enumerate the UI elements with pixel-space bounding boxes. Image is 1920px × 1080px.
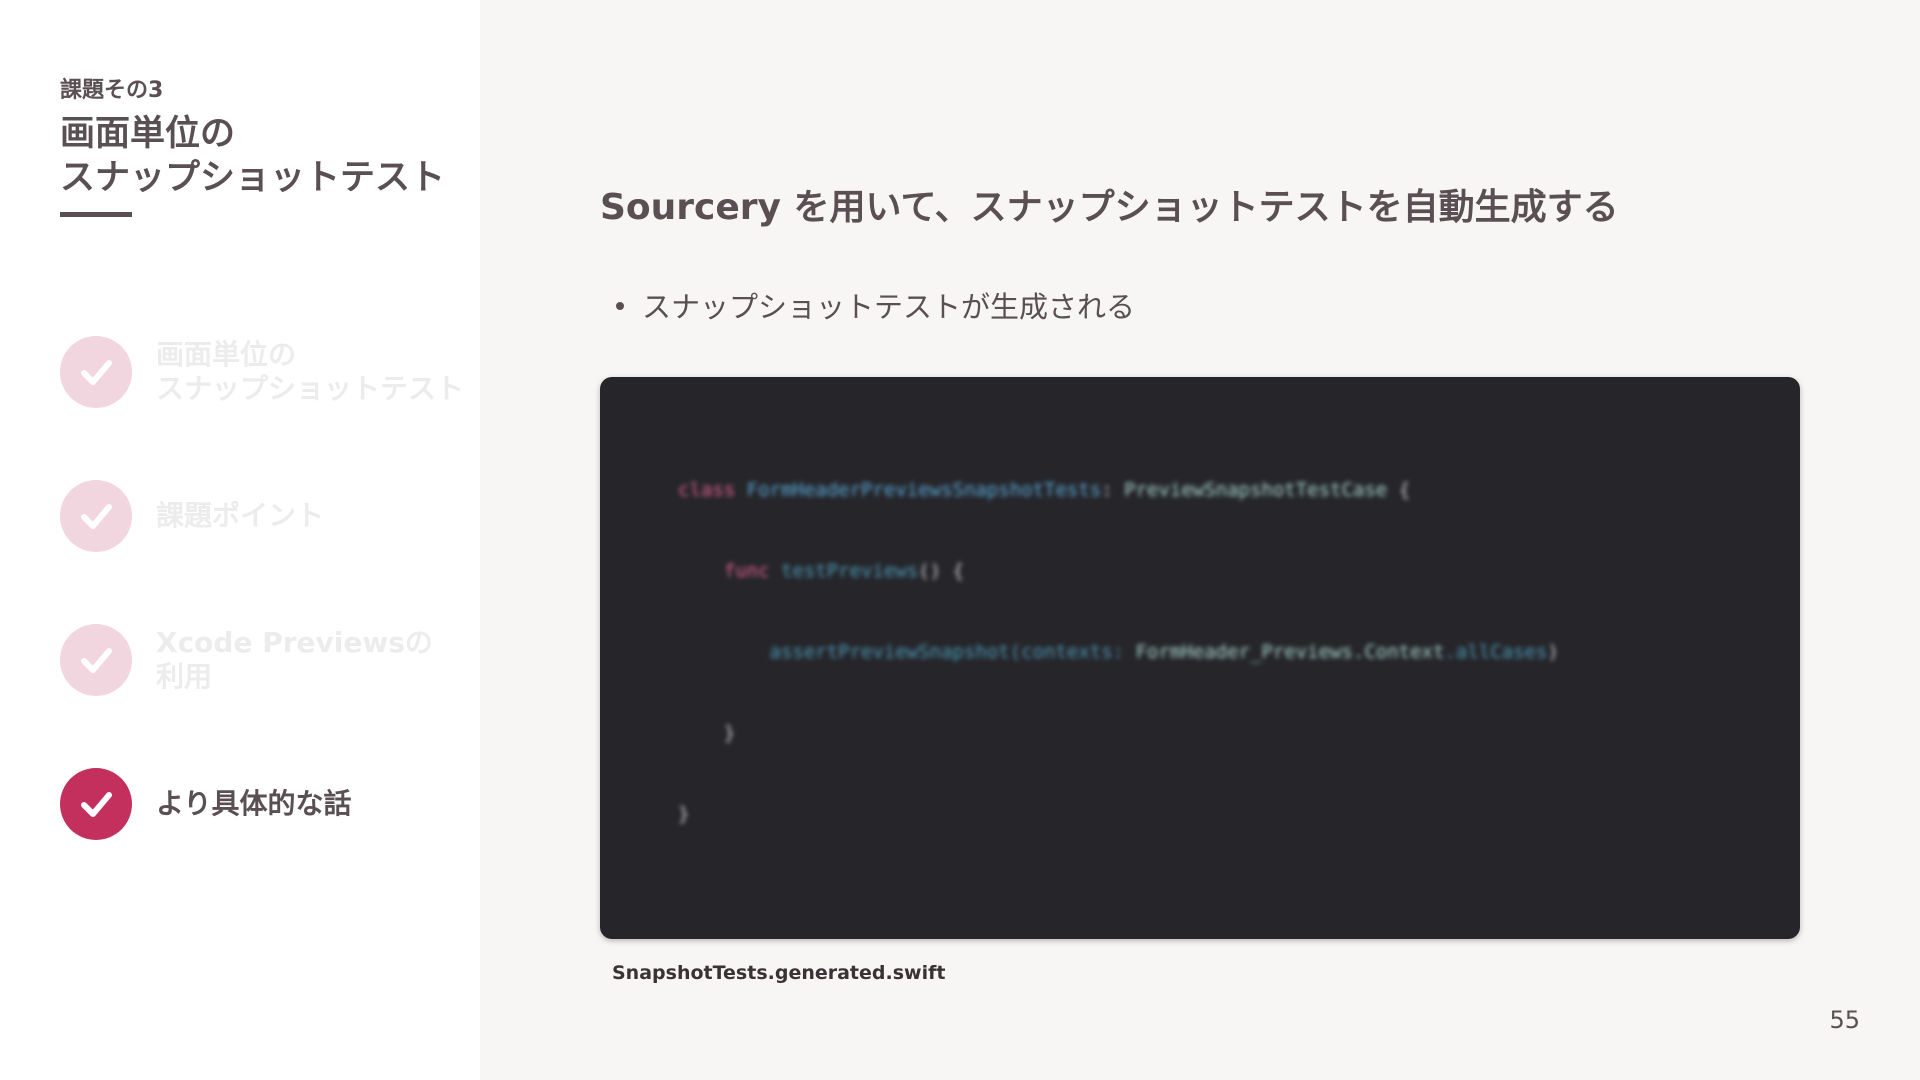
code-caption: SnapshotTests.generated.swift [612,962,946,984]
slide-heading: Sourcery を用いて、スナップショットテストを自動生成する [600,187,1619,228]
code-token: : [1101,479,1125,501]
code-token: FormHeader_Previews.Context [1135,641,1445,663]
code-token: (contexts: [1009,641,1136,663]
code-token: () { [918,560,964,582]
code-token: ) [1547,641,1559,663]
bullet-dot-icon [616,302,624,310]
bullet-text: スナップショットテストが生成される [642,290,1136,324]
code-line: func testPreviews() { [678,558,1559,585]
progress-step-label-line: Xcode Previewsの [156,626,433,659]
page-number: 55 [1829,1006,1860,1034]
checkmark-icon [60,336,132,408]
section-title-line: 画面単位の [60,114,236,154]
progress-step-4-current: より具体的な話 [60,768,460,840]
code-line: } [678,720,1559,747]
code-token: assertPreviewSnapshot [678,641,1010,663]
title-underline [60,212,132,217]
checkmark-icon [60,480,132,552]
progress-step-3: Xcode Previewsの 利用 [60,624,460,696]
code-token: } [678,722,736,744]
progress-step-label-line: 画面単位の [156,338,297,371]
progress-step-2: 課題ポイント [60,480,460,552]
code-token: func [678,560,781,582]
code-token: { [1387,479,1411,501]
progress-step-label-line: スナップショットテスト [156,372,465,405]
code-screenshot: class FormHeaderPreviewsSnapshotTests: P… [600,377,1800,939]
section-title: 画面単位の スナップショットテスト [60,112,445,200]
code-line: assertPreviewSnapshot(contexts: FormHead… [678,639,1559,666]
progress-step-label-line: 利用 [156,660,213,693]
sidebar: 課題その3 画面単位の スナップショットテスト 画面単位の スナップショットテス… [0,0,480,1080]
checkmark-icon [60,768,132,840]
code-line: } [678,801,1559,828]
code-token: testPreviews [780,560,919,582]
section-title-line: スナップショットテスト [60,158,446,198]
code-token: .allCases [1444,641,1548,663]
progress-step-label: Xcode Previewsの 利用 [156,626,433,694]
bullet-item: スナップショットテストが生成される [616,284,1135,326]
progress-step-label: より具体的な話 [156,787,351,821]
code-token: FormHeaderPreviewsSnapshotTests [746,479,1102,501]
progress-step-label-line: より具体的な話 [156,787,352,820]
checkmark-icon [60,624,132,696]
progress-step-label-line: 課題ポイント [156,499,325,532]
code-token: } [678,803,690,825]
progress-step-label: 課題ポイント [156,499,324,533]
code-token: PreviewSnapshotTestCase [1124,479,1388,501]
progress-step-1: 画面単位の スナップショットテスト [60,336,464,408]
code-token: class [678,479,747,501]
code-block: class FormHeaderPreviewsSnapshotTests: P… [678,423,1559,882]
code-line: class FormHeaderPreviewsSnapshotTests: P… [678,477,1559,504]
section-eyebrow: 課題その3 [60,78,164,103]
progress-step-label: 画面単位の スナップショットテスト [156,338,464,406]
